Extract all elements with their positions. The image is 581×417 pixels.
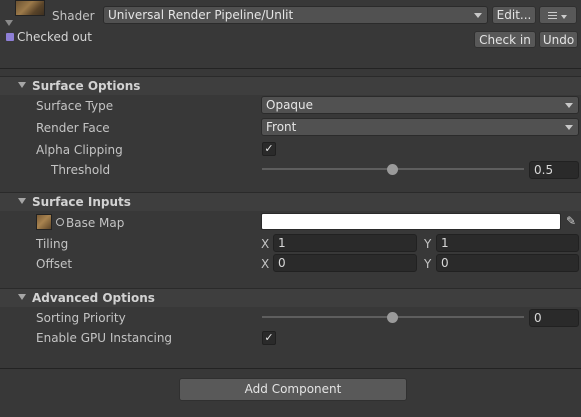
tiling-y-input[interactable]: 1 bbox=[436, 234, 579, 252]
material-thumbnail bbox=[15, 0, 45, 16]
chevron-down-icon bbox=[561, 15, 567, 19]
surface-options-title: Surface Options bbox=[32, 79, 141, 93]
offset-y-input[interactable]: 0 bbox=[436, 254, 579, 272]
chevron-down-icon bbox=[565, 103, 573, 108]
tiling-y-label: Y bbox=[424, 237, 432, 251]
offset-x-input[interactable]: 0 bbox=[273, 254, 417, 272]
render-face-dropdown[interactable]: Front bbox=[261, 118, 579, 136]
object-picker-icon[interactable] bbox=[56, 218, 64, 226]
shader-dropdown[interactable]: Universal Render Pipeline/Unlit bbox=[103, 6, 488, 24]
threshold-slider-thumb[interactable] bbox=[387, 164, 398, 175]
checked-out-badge-icon bbox=[6, 33, 14, 41]
threshold-label: Threshold bbox=[51, 163, 111, 177]
eyedropper-icon[interactable]: ✎ bbox=[566, 213, 576, 229]
list-icon-middle bbox=[548, 15, 557, 16]
surface-inputs-foldout-icon[interactable] bbox=[18, 198, 26, 204]
render-face-label: Render Face bbox=[36, 121, 110, 135]
gpu-instancing-label: Enable GPU Instancing bbox=[36, 331, 173, 345]
header-divider bbox=[0, 68, 581, 69]
threshold-input[interactable]: 0.5 bbox=[529, 161, 579, 179]
check-in-button[interactable]: Check in bbox=[474, 31, 536, 48]
sorting-priority-input[interactable]: 0 bbox=[529, 309, 579, 327]
undo-button[interactable]: Undo bbox=[539, 31, 578, 48]
surface-type-label: Surface Type bbox=[36, 99, 114, 113]
sorting-priority-label: Sorting Priority bbox=[36, 311, 126, 325]
surface-type-dropdown[interactable]: Opaque bbox=[261, 96, 579, 114]
shader-menu-button[interactable] bbox=[539, 6, 577, 24]
checked-out-label: Checked out bbox=[17, 30, 92, 44]
offset-x-label: X bbox=[261, 257, 270, 271]
shader-dropdown-value: Universal Render Pipeline/Unlit bbox=[108, 8, 294, 22]
gpu-instancing-checkbox[interactable]: ✓ bbox=[262, 331, 276, 345]
tiling-x-label: X bbox=[261, 237, 270, 251]
offset-y-label: Y bbox=[424, 257, 432, 271]
offset-label: Offset bbox=[36, 257, 73, 271]
base-map-label: Base Map bbox=[66, 216, 125, 230]
tiling-x-input[interactable]: 1 bbox=[273, 234, 417, 252]
base-map-texture-slot[interactable] bbox=[36, 214, 52, 230]
chevron-down-icon bbox=[474, 13, 482, 18]
header-foldout-icon[interactable] bbox=[5, 20, 13, 26]
surface-type-value: Opaque bbox=[266, 98, 314, 112]
chevron-down-icon bbox=[565, 125, 573, 130]
surface-inputs-title: Surface Inputs bbox=[32, 195, 131, 209]
advanced-options-title: Advanced Options bbox=[32, 291, 155, 305]
shader-label: Shader bbox=[52, 9, 95, 23]
tiling-label: Tiling bbox=[36, 237, 69, 251]
add-component-button[interactable]: Add Component bbox=[179, 378, 407, 401]
render-face-value: Front bbox=[266, 120, 297, 134]
edit-shader-button[interactable]: Edit... bbox=[492, 6, 536, 24]
alpha-clipping-checkbox[interactable]: ✓ bbox=[262, 142, 276, 156]
footer-divider bbox=[0, 368, 581, 369]
surface-options-foldout-icon[interactable] bbox=[18, 82, 26, 88]
base-map-color-field[interactable] bbox=[261, 213, 561, 230]
sorting-priority-slider-thumb[interactable] bbox=[387, 312, 398, 323]
advanced-options-foldout-icon[interactable] bbox=[18, 294, 26, 300]
alpha-clipping-label: Alpha Clipping bbox=[36, 143, 123, 157]
